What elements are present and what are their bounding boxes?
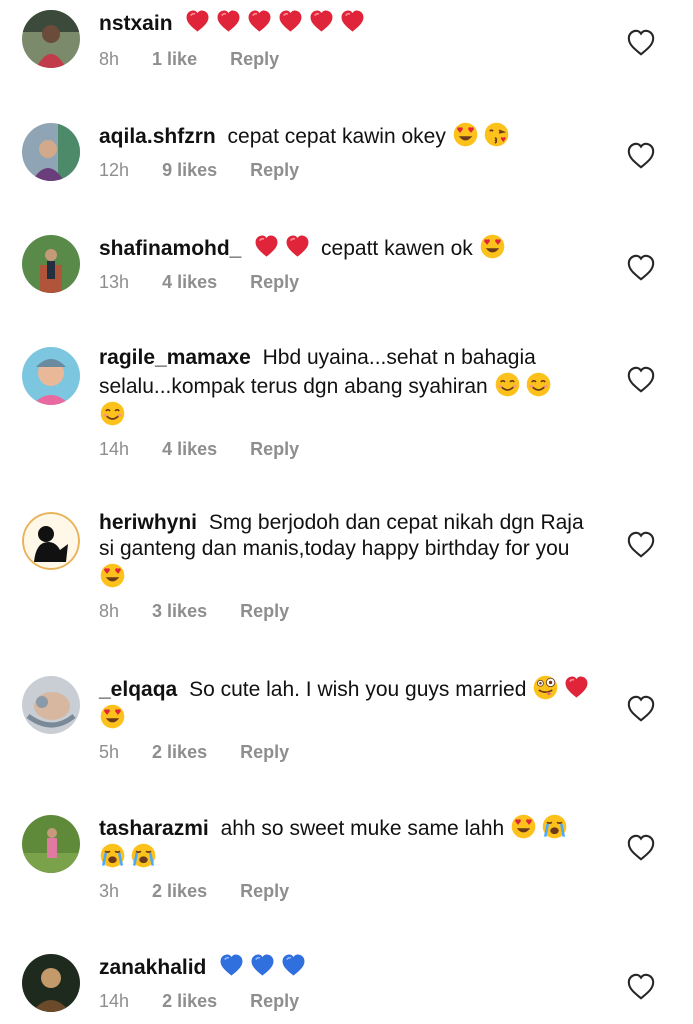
comment-meta: 8h 3 likes Reply xyxy=(99,601,589,622)
comment-username[interactable]: nstxain xyxy=(99,12,173,35)
comment-username[interactable]: tasharazmi xyxy=(99,817,209,840)
comment-text: ragile_mamaxe Hbd uyaina...sehat n bahag… xyxy=(99,345,569,429)
avatar[interactable] xyxy=(22,954,80,1012)
reply-button[interactable]: Reply xyxy=(250,272,299,292)
kiss-emoji-icon xyxy=(484,122,508,147)
heart-eyes-emoji-icon xyxy=(480,234,504,259)
comment-meta: 8h 1 like Reply xyxy=(99,49,599,70)
reply-button[interactable]: Reply xyxy=(240,881,289,901)
comment-text: zanakhalid xyxy=(99,952,599,981)
likes-count[interactable]: 1 like xyxy=(152,49,197,69)
comment-time: 5h xyxy=(99,742,120,762)
reply-button[interactable]: Reply xyxy=(240,742,289,762)
blue-heart-emoji-icon xyxy=(220,954,243,976)
smile-emoji-icon xyxy=(100,401,125,426)
like-heart-icon[interactable] xyxy=(626,253,656,283)
like-heart-icon[interactable] xyxy=(626,28,656,58)
reply-button[interactable]: Reply xyxy=(250,160,299,180)
avatar[interactable] xyxy=(22,123,80,181)
reply-button[interactable]: Reply xyxy=(240,601,289,621)
comment-time: 8h xyxy=(99,601,120,621)
reply-button[interactable]: Reply xyxy=(250,991,299,1011)
zany-emoji-icon xyxy=(533,675,558,700)
comment-text: heriwhyni Smg berjodoh dan cepat nikah d… xyxy=(99,510,589,591)
crying-emoji-icon xyxy=(100,843,125,868)
heart-emoji-icon xyxy=(255,235,278,257)
comment-meta: 14h 2 likes Reply xyxy=(99,991,599,1012)
like-heart-icon[interactable] xyxy=(626,833,656,863)
heart-emoji-icon xyxy=(248,10,271,32)
crying-emoji-icon xyxy=(542,814,567,839)
comment-username[interactable]: ragile_mamaxe xyxy=(99,346,251,369)
avatar[interactable] xyxy=(22,676,80,734)
comment-time: 13h xyxy=(99,272,130,292)
heart-emoji-icon xyxy=(310,10,333,32)
comment-text: _elqaqa So cute lah. I wish you guys mar… xyxy=(99,674,599,732)
avatar[interactable] xyxy=(22,10,80,68)
heart-eyes-emoji-icon xyxy=(453,122,477,147)
heart-emoji-icon xyxy=(186,10,209,32)
blue-heart-emoji-icon xyxy=(282,954,305,976)
comment-meta: 13h 4 likes Reply xyxy=(99,272,599,293)
blue-heart-emoji-icon xyxy=(251,954,274,976)
emoji-group xyxy=(218,954,311,979)
likes-count[interactable]: 4 likes xyxy=(162,272,217,292)
avatar[interactable] xyxy=(22,815,80,873)
comment-username[interactable]: shafinamohd_ xyxy=(99,237,241,260)
heart-emoji-icon xyxy=(565,676,588,698)
comment-username[interactable]: _elqaqa xyxy=(99,678,177,701)
like-heart-icon[interactable] xyxy=(626,141,656,171)
emoji-group xyxy=(184,10,370,35)
heart-emoji-icon xyxy=(217,10,240,32)
comment-meta: 14h 4 likes Reply xyxy=(99,439,569,460)
comment-username[interactable]: heriwhyni xyxy=(99,511,197,534)
smile-emoji-icon xyxy=(526,372,550,397)
heart-emoji-icon xyxy=(286,235,309,257)
emoji-group xyxy=(479,234,510,260)
likes-count[interactable]: 9 likes xyxy=(162,160,217,180)
heart-emoji-icon xyxy=(341,10,364,32)
comment-time: 12h xyxy=(99,160,130,180)
avatar[interactable] xyxy=(22,347,80,405)
comment-time: 8h xyxy=(99,49,120,69)
crying-emoji-icon xyxy=(131,843,156,868)
avatar[interactable] xyxy=(22,235,80,293)
comment-username[interactable]: aqila.shfzrn xyxy=(99,125,216,148)
comment-time: 14h xyxy=(99,991,130,1011)
emoji-group xyxy=(253,235,315,260)
comment-text: tasharazmi ahh so sweet muke same lahh xyxy=(99,813,599,871)
likes-count[interactable]: 4 likes xyxy=(162,439,217,459)
heart-eyes-emoji-icon xyxy=(511,814,536,839)
smile-emoji-icon xyxy=(495,372,519,397)
emoji-group xyxy=(99,563,130,589)
likes-count[interactable]: 2 likes xyxy=(162,991,217,1011)
comment-text: aqila.shfzrn cepat cepat kawin okey xyxy=(99,121,599,150)
heart-emoji-icon xyxy=(279,10,302,32)
emoji-group xyxy=(452,122,514,148)
comment-meta: 3h 2 likes Reply xyxy=(99,881,599,902)
comment-time: 3h xyxy=(99,881,120,901)
like-heart-icon[interactable] xyxy=(626,972,656,1002)
likes-count[interactable]: 2 likes xyxy=(152,881,207,901)
comment-time: 14h xyxy=(99,439,130,459)
comment-meta: 5h 2 likes Reply xyxy=(99,742,599,763)
heart-eyes-emoji-icon xyxy=(100,563,125,588)
like-heart-icon[interactable] xyxy=(626,530,656,560)
comment-text: shafinamohd_ cepatt kawen ok xyxy=(99,233,599,262)
likes-count[interactable]: 2 likes xyxy=(152,742,207,762)
reply-button[interactable]: Reply xyxy=(230,49,279,69)
avatar[interactable] xyxy=(22,512,80,570)
comment-username[interactable]: zanakhalid xyxy=(99,956,206,979)
like-heart-icon[interactable] xyxy=(626,365,656,395)
like-heart-icon[interactable] xyxy=(626,694,656,724)
comment-text: nstxain xyxy=(99,8,599,37)
reply-button[interactable]: Reply xyxy=(250,439,299,459)
heart-eyes-emoji-icon xyxy=(100,704,125,729)
comment-meta: 12h 9 likes Reply xyxy=(99,160,599,181)
likes-count[interactable]: 3 likes xyxy=(152,601,207,621)
